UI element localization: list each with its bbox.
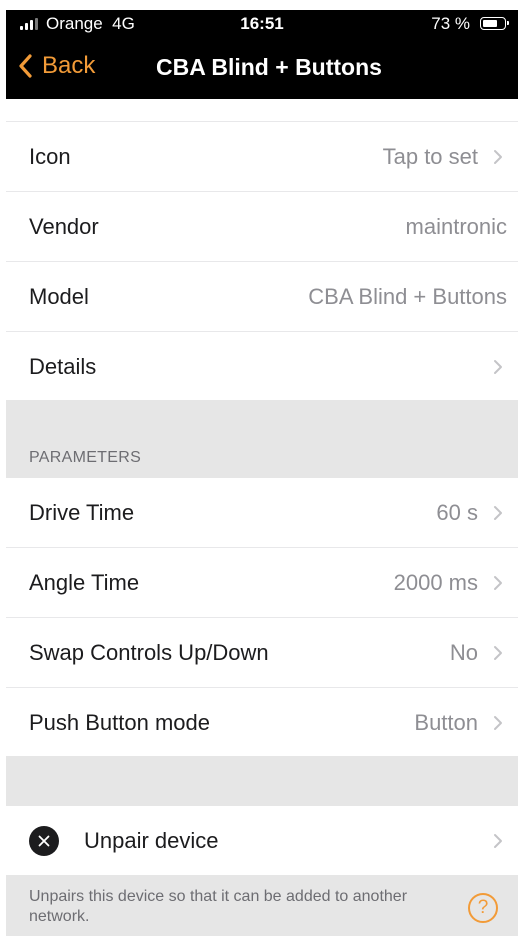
swap-controls-row[interactable]: Swap Controls Up/Down No (6, 618, 518, 688)
unpair-footer-text: Unpairs this device so that it can be ad… (29, 888, 408, 925)
unpair-device-label: Unpair device (84, 828, 219, 853)
section-separator (6, 756, 518, 806)
navigation-header: Orange 4G 16:51 73 % Back CBA Blind + Bu… (6, 10, 518, 99)
page-title: CBA Blind + Buttons (156, 54, 382, 80)
back-button[interactable]: Back (18, 52, 95, 80)
back-label: Back (42, 52, 96, 79)
swap-controls-value: No (449, 640, 478, 665)
model-row: Model CBA Blind + Buttons (6, 262, 518, 332)
chevron-right-icon (494, 716, 502, 730)
vendor-row-value: maintronic (405, 214, 507, 239)
details-row-label: Details (29, 354, 97, 379)
parameters-section-header: PARAMETERS (29, 449, 142, 466)
battery-percentage: 73 % (431, 14, 470, 33)
angle-time-row[interactable]: Angle Time 2000 ms (6, 548, 518, 618)
parameters-group: Drive Time 60 s Angle Time 2000 ms Swap … (6, 478, 518, 757)
drive-time-row[interactable]: Drive Time 60 s (6, 478, 518, 548)
model-row-value: CBA Blind + Buttons (308, 284, 507, 309)
chevron-right-icon (494, 576, 502, 590)
chevron-right-icon (494, 506, 502, 520)
icon-row[interactable]: Icon Tap to set (6, 122, 518, 192)
chevron-right-icon (494, 834, 502, 848)
status-bar: Orange 4G 16:51 73 % (6, 10, 518, 38)
model-row-label: Model (29, 284, 89, 309)
push-button-mode-label: Push Button mode (29, 710, 211, 735)
unpair-group: Unpair device (6, 806, 518, 875)
unpair-footer: Unpairs this device so that it can be ad… (6, 875, 518, 936)
unpair-device-row[interactable]: Unpair device (6, 806, 518, 875)
swap-controls-label: Swap Controls Up/Down (29, 640, 269, 665)
icon-row-value: Tap to set (382, 144, 478, 169)
vendor-row-label: Vendor (29, 214, 99, 239)
battery-icon (480, 17, 509, 30)
device-info-group: Icon Tap to set Vendor maintronic Model … (6, 121, 518, 401)
close-circle-icon (29, 826, 59, 856)
icon-row-label: Icon (29, 144, 71, 169)
vendor-row: Vendor maintronic (6, 192, 518, 262)
push-button-mode-value: Button (414, 710, 478, 735)
chevron-left-icon (19, 54, 32, 78)
help-icon[interactable]: ? (468, 893, 498, 923)
drive-time-value: 60 s (436, 500, 478, 525)
chevron-right-icon (494, 646, 502, 660)
push-button-mode-row[interactable]: Push Button mode Button (6, 688, 518, 757)
chevron-right-icon (494, 150, 502, 164)
chevron-right-icon (494, 360, 502, 374)
device-settings-screen: Orange 4G 16:51 73 % Back CBA Blind + Bu… (0, 0, 524, 936)
angle-time-value: 2000 ms (393, 570, 478, 595)
angle-time-label: Angle Time (29, 570, 140, 595)
details-row[interactable]: Details (6, 332, 518, 401)
drive-time-label: Drive Time (29, 500, 135, 525)
